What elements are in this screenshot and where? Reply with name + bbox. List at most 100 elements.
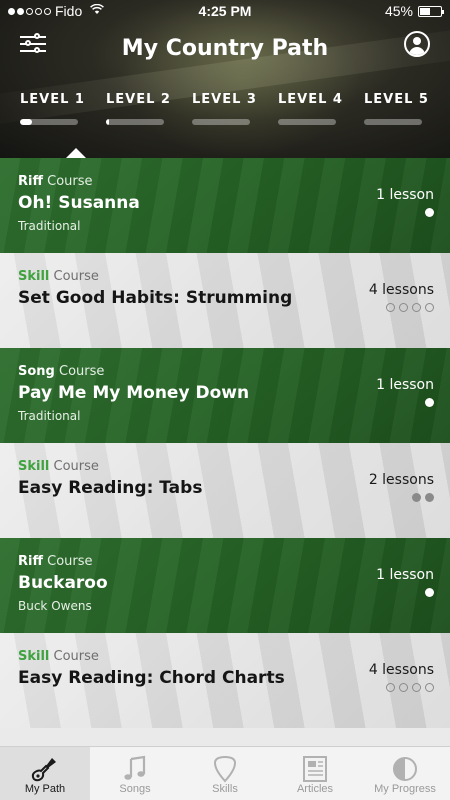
lesson-dot-complete: [425, 493, 434, 502]
tab-label: Skills: [212, 783, 238, 795]
lesson-progress-dots: [425, 398, 434, 407]
course-name: Set Good Habits: Strumming: [18, 288, 293, 308]
lesson-dot-incomplete: [399, 303, 408, 312]
newspaper-icon: [270, 751, 360, 785]
course-type: Skill Course: [18, 459, 99, 474]
course-type: Riff Course: [18, 554, 93, 569]
level-tab-5[interactable]: LEVEL 5: [364, 92, 430, 125]
tab-my-progress[interactable]: My Progress: [360, 747, 450, 800]
course-word: Course: [53, 269, 99, 284]
level-label: LEVEL 4: [278, 92, 343, 107]
course-card-5[interactable]: Skill Course Easy Reading: Chord Charts …: [0, 633, 450, 728]
tab-label: Articles: [296, 783, 334, 795]
lesson-dot-incomplete: [399, 683, 408, 692]
level-label: LEVEL 1: [20, 92, 85, 107]
course-card-0[interactable]: Riff Course Oh! Susanna Traditional 1 le…: [0, 158, 450, 253]
level-label: LEVEL 2: [106, 92, 171, 107]
lesson-dot-complete: [425, 398, 434, 407]
guitar-icon: [0, 751, 90, 785]
selected-level-pointer: [66, 148, 86, 158]
course-list: Riff Course Oh! Susanna Traditional 1 le…: [0, 158, 450, 728]
lesson-dot-complete: [425, 208, 434, 217]
course-word: Course: [53, 459, 99, 474]
level-progress-bar: [364, 119, 422, 125]
lesson-progress-dots: [386, 683, 434, 692]
lesson-dot-incomplete: [412, 303, 421, 312]
level-progress-bar: [278, 119, 336, 125]
lesson-count: 4 lessons: [368, 282, 434, 298]
level-tab-1[interactable]: LEVEL 1: [20, 92, 86, 125]
half-circle-icon: [360, 751, 450, 785]
profile-button[interactable]: [404, 31, 430, 57]
course-artist: Buck Owens: [18, 599, 92, 613]
tab-my-path[interactable]: My Path: [0, 747, 90, 800]
level-tab-2[interactable]: LEVEL 2: [106, 92, 172, 125]
header-background-glow: [120, 0, 360, 158]
battery-percent: 45%: [384, 3, 413, 19]
course-type: Song Course: [18, 364, 104, 379]
level-progress-bar: [106, 119, 164, 125]
lesson-progress-dots: [425, 588, 434, 597]
course-name: Pay Me My Money Down: [18, 383, 250, 403]
course-card-1[interactable]: Skill Course Set Good Habits: Strumming …: [0, 253, 450, 348]
tab-bar: My Path Songs Skills Articles My Progres…: [0, 746, 450, 800]
course-kind: Riff: [18, 174, 43, 189]
course-word: Course: [53, 649, 99, 664]
course-kind: Skill: [18, 269, 50, 284]
course-word: Course: [59, 364, 105, 379]
tab-articles[interactable]: Articles: [270, 747, 360, 800]
course-kind: Song: [18, 364, 55, 379]
status-right: 45%: [384, 3, 444, 19]
course-card-4[interactable]: Riff Course Buckaroo Buck Owens 1 lesson: [0, 538, 450, 633]
status-bar: Fido 4:25 PM 45%: [0, 0, 450, 22]
tab-label: My Path: [24, 783, 66, 795]
lesson-dot-incomplete: [425, 683, 434, 692]
lesson-dot-incomplete: [412, 683, 421, 692]
course-artist: Traditional: [18, 219, 81, 233]
music-note-icon: [90, 751, 180, 785]
lesson-count: 1 lesson: [376, 377, 434, 393]
tab-label: Songs: [119, 783, 151, 795]
course-name: Easy Reading: Tabs: [18, 478, 203, 498]
lesson-count: 4 lessons: [368, 662, 434, 678]
tab-label: My Progress: [374, 783, 436, 795]
header: Fido 4:25 PM 45% My Country Path LEVEL 1: [0, 0, 450, 158]
level-selector: LEVEL 1 LEVEL 2 LEVEL 3 LEVEL 4 LEVEL 5: [20, 92, 430, 125]
page-title: My Country Path: [121, 36, 329, 61]
lesson-dot-complete: [425, 588, 434, 597]
course-word: Course: [47, 554, 93, 569]
course-word: Course: [47, 174, 93, 189]
course-type: Skill Course: [18, 649, 99, 664]
course-artist: Traditional: [18, 409, 81, 423]
course-kind: Riff: [18, 554, 43, 569]
level-label: LEVEL 3: [192, 92, 257, 107]
course-card-2[interactable]: Song Course Pay Me My Money Down Traditi…: [0, 348, 450, 443]
status-time: 4:25 PM: [198, 3, 252, 19]
tab-skills[interactable]: Skills: [180, 747, 270, 800]
course-type: Skill Course: [18, 269, 99, 284]
lesson-count: 1 lesson: [376, 187, 434, 203]
level-tab-4[interactable]: LEVEL 4: [278, 92, 344, 125]
course-name: Easy Reading: Chord Charts: [18, 668, 285, 688]
guitar-pick-icon: [180, 751, 270, 785]
tab-songs[interactable]: Songs: [90, 747, 180, 800]
lesson-dot-complete: [412, 493, 421, 502]
lesson-dot-incomplete: [386, 683, 395, 692]
lesson-progress-dots: [412, 493, 434, 502]
lesson-dot-incomplete: [386, 303, 395, 312]
course-type: Riff Course: [18, 174, 93, 189]
level-label: LEVEL 5: [364, 92, 429, 107]
lesson-count: 2 lessons: [368, 472, 434, 488]
course-name: Buckaroo: [18, 573, 108, 593]
lesson-progress-dots: [425, 208, 434, 217]
battery-icon: [418, 5, 444, 17]
level-tab-3[interactable]: LEVEL 3: [192, 92, 258, 125]
course-kind: Skill: [18, 649, 50, 664]
lesson-progress-dots: [386, 303, 434, 312]
course-card-3[interactable]: Skill Course Easy Reading: Tabs 2 lesson…: [0, 443, 450, 538]
course-name: Oh! Susanna: [18, 193, 140, 213]
course-kind: Skill: [18, 459, 50, 474]
level-progress-bar: [192, 119, 250, 125]
lesson-dot-incomplete: [425, 303, 434, 312]
lesson-count: 1 lesson: [376, 567, 434, 583]
